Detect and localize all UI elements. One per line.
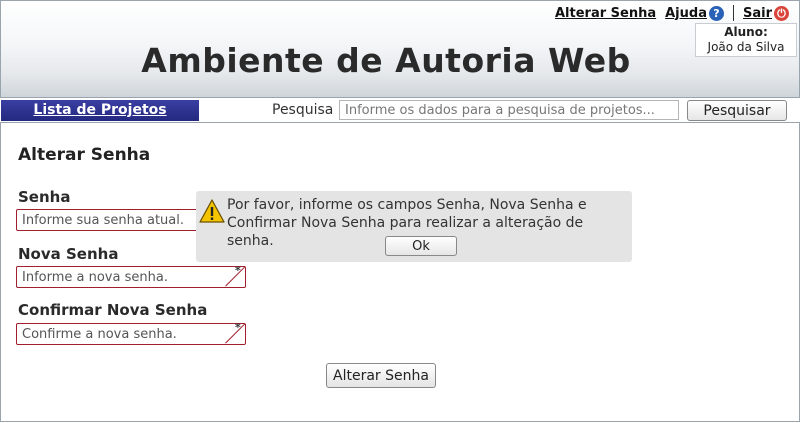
page-title: Alterar Senha: [18, 145, 151, 165]
change-password-link[interactable]: Alterar Senha: [555, 6, 656, 21]
user-info: Aluno: João da Silva: [695, 23, 797, 57]
power-icon[interactable]: ⏻: [774, 5, 789, 21]
divider: [732, 5, 734, 21]
top-links: Alterar Senha Ajuda ? Sair ⏻: [555, 5, 789, 21]
validation-alert: Por favor, informe os campos Senha, Nova…: [196, 191, 632, 262]
logout-link-label: Sair: [742, 5, 772, 21]
app-header: Ambiente de Autoria Web Alterar Senha Aj…: [0, 0, 800, 98]
warning-icon: [199, 199, 225, 223]
change-password-panel: Alterar Senha Senha Nova Senha * Confirm…: [0, 123, 800, 422]
password-label: Senha: [18, 188, 71, 206]
search-input[interactable]: [339, 100, 679, 120]
new-password-label: Nova Senha: [18, 245, 119, 263]
help-link-label: Ajuda: [665, 5, 707, 21]
required-star: *: [235, 264, 241, 277]
ok-button[interactable]: Ok: [385, 236, 457, 256]
confirm-password-label: Confirmar Nova Senha: [18, 301, 208, 319]
user-name: João da Silva: [707, 40, 785, 54]
new-password-field[interactable]: [16, 266, 246, 288]
app-title: Ambiente de Autoria Web: [141, 41, 631, 80]
search-button[interactable]: Pesquisar: [687, 100, 787, 121]
help-link[interactable]: Ajuda: [665, 6, 707, 21]
search-label: Pesquisa: [272, 102, 334, 118]
toolbar: Lista de Projetos Pesquisa Pesquisar: [0, 99, 800, 123]
user-role-label: Aluno:: [724, 25, 768, 39]
required-star: *: [235, 321, 241, 334]
tab-project-list[interactable]: Lista de Projetos: [1, 100, 199, 121]
confirm-password-field[interactable]: [16, 323, 246, 345]
help-icon[interactable]: ?: [708, 5, 724, 21]
alert-message-line: Por favor, informe os campos Senha, Nova…: [227, 197, 587, 213]
logout-link[interactable]: Sair: [743, 6, 772, 21]
change-password-button[interactable]: Alterar Senha: [326, 363, 436, 388]
